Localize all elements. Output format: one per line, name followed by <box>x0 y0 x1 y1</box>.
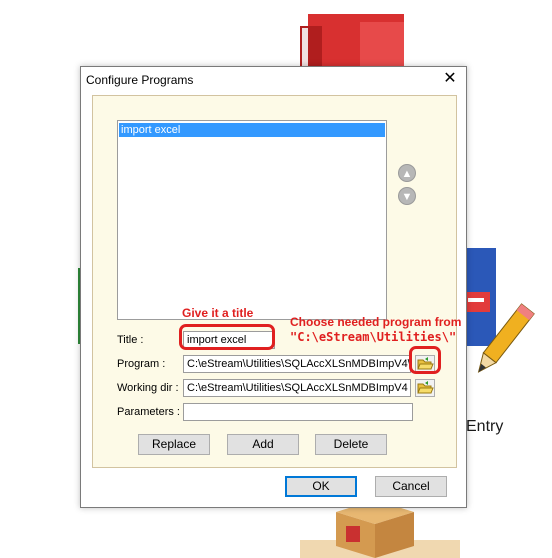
annotation-give-title: Give it a title <box>182 306 254 320</box>
title-label: Title : <box>117 334 144 346</box>
working-dir-label: Working dir : <box>117 382 179 394</box>
cancel-button[interactable]: Cancel <box>375 476 447 497</box>
desktop-icon-label: Entry <box>466 418 504 435</box>
move-up-button[interactable]: ▲ <box>398 164 416 182</box>
settings-panel: import excel ▲ ▼ Title : import excel Pr… <box>92 95 457 468</box>
program-input[interactable]: C:\eStream\Utilities\SQLAccXLSnMDBImpV4\… <box>183 355 411 373</box>
arrow-up-icon: ▲ <box>401 168 413 180</box>
close-icon: ✕ <box>443 70 457 87</box>
browse-working-dir-button[interactable] <box>415 379 435 397</box>
arrow-down-icon: ▼ <box>401 191 413 203</box>
close-button[interactable]: ✕ <box>439 69 461 89</box>
annotation-title-highlight <box>179 324 275 350</box>
program-label: Program : <box>117 358 166 370</box>
title-bar: Configure Programs ✕ <box>81 67 466 93</box>
replace-button[interactable]: Replace <box>138 434 210 455</box>
annotation-browse-highlight <box>409 346 441 374</box>
annotation-program-path: "C:\eStream\Utilities\" <box>290 330 457 344</box>
open-folder-icon <box>417 381 434 394</box>
list-item[interactable]: import excel <box>119 123 385 137</box>
add-button[interactable]: Add <box>227 434 299 455</box>
pencil-icon <box>477 303 535 373</box>
dialog-title: Configure Programs <box>86 73 194 87</box>
parameters-input[interactable] <box>183 403 413 421</box>
programs-list[interactable]: import excel <box>117 120 387 320</box>
parameters-label: Parameters : <box>117 406 180 418</box>
ok-button[interactable]: OK <box>285 476 357 497</box>
delete-button[interactable]: Delete <box>315 434 387 455</box>
red-book-icon <box>300 14 404 72</box>
move-down-button[interactable]: ▼ <box>398 187 416 205</box>
working-dir-input[interactable]: C:\eStream\Utilities\SQLAccXLSnMDBImpV4 <box>183 379 411 397</box>
configure-programs-dialog: Configure Programs ✕ import excel ▲ ▼ Ti… <box>80 66 467 508</box>
package-box-icon <box>336 500 414 558</box>
annotation-choose-program: Choose needed program from <box>290 315 462 329</box>
